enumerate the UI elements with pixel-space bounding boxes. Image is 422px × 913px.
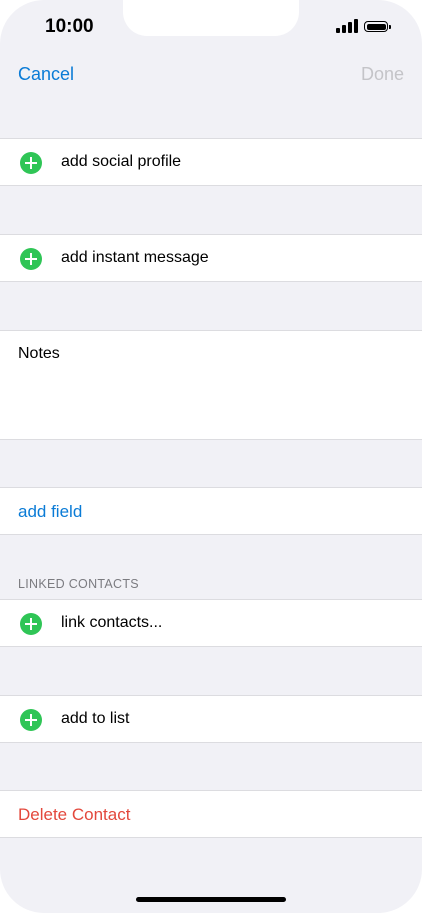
status-time: 10:00 xyxy=(45,16,94,37)
add-instant-message-row[interactable]: add instant message xyxy=(0,234,422,282)
signal-icon xyxy=(336,19,358,35)
add-icon[interactable] xyxy=(20,152,42,174)
add-social-profile-row[interactable]: add social profile xyxy=(0,138,422,186)
link-contacts-row[interactable]: link contacts... xyxy=(0,599,422,647)
add-icon[interactable] xyxy=(20,613,42,635)
link-contacts-label: link contacts... xyxy=(61,614,163,631)
delete-contact-row[interactable]: Delete Contact xyxy=(0,790,422,838)
done-button[interactable]: Done xyxy=(361,64,404,85)
add-field-row[interactable]: add field xyxy=(0,487,422,535)
linked-contacts-header: LINKED CONTACTS xyxy=(18,577,139,591)
add-icon[interactable] xyxy=(20,248,42,270)
notes-label: Notes xyxy=(18,345,60,362)
phone-screen: 10:00 Cancel Done add social profile add… xyxy=(0,0,422,913)
add-icon[interactable] xyxy=(20,709,42,731)
add-social-profile-label: add social profile xyxy=(61,153,182,170)
notes-field[interactable]: Notes xyxy=(0,330,422,440)
delete-contact-button[interactable]: Delete Contact xyxy=(18,805,130,825)
notch xyxy=(123,0,299,36)
add-field-button[interactable]: add field xyxy=(18,502,82,522)
add-instant-message-label: add instant message xyxy=(61,249,209,266)
add-to-list-row[interactable]: add to list xyxy=(0,695,422,743)
add-to-list-label: add to list xyxy=(61,710,130,727)
battery-icon xyxy=(364,21,391,32)
cancel-button[interactable]: Cancel xyxy=(18,64,74,85)
home-indicator[interactable] xyxy=(136,897,286,902)
